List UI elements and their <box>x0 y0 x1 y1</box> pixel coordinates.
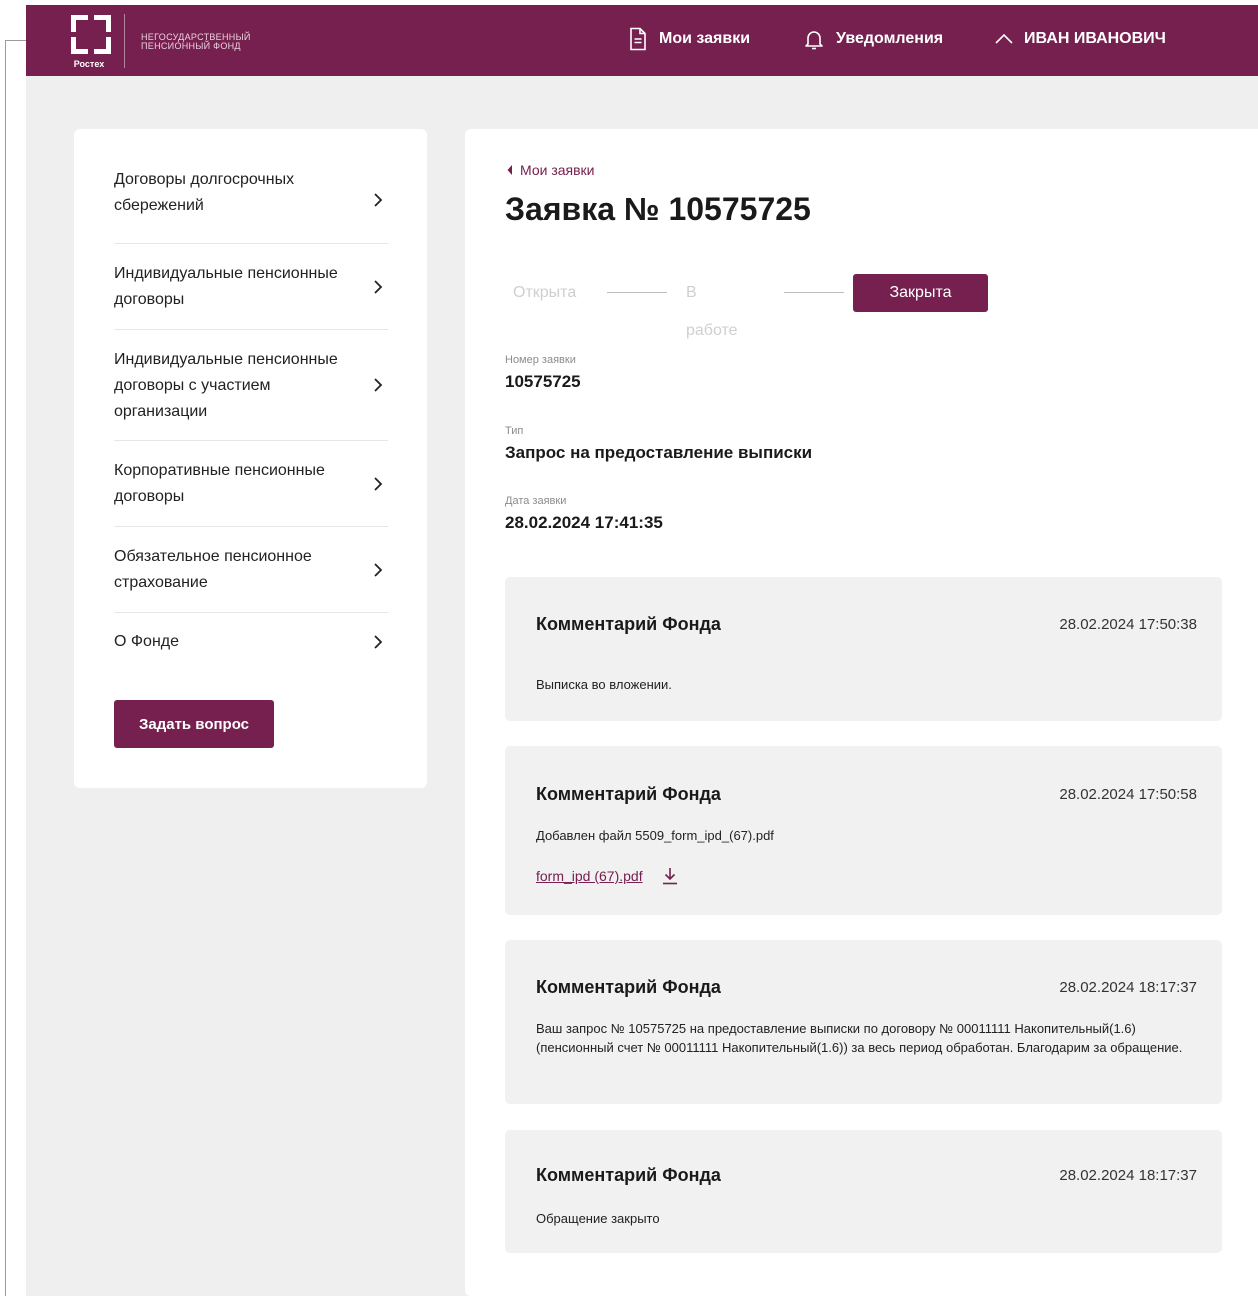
step-closed: Закрыта <box>853 274 988 312</box>
request-number-label: Номер заявки <box>505 354 576 366</box>
rostec-logo[interactable]: Ростех <box>68 15 111 69</box>
sidebar-item-individual-pension[interactable]: Индивидуальные пенсионные договоры <box>114 244 388 330</box>
sidebar-item-label: Обязательное пенсионное страхование <box>114 548 312 591</box>
sidebar: Договоры долгосрочных сбережений Индивид… <box>74 129 427 788</box>
annotation-gutter <box>0 0 58 1296</box>
comment-card: Комментарий Фонда 28.02.2024 17:50:38 Вы… <box>505 577 1222 721</box>
download-icon[interactable] <box>661 866 679 886</box>
logo-corner <box>71 15 88 32</box>
step-connector <box>607 292 667 293</box>
back-link[interactable]: Мои заявки <box>506 162 594 178</box>
comment-date: 28.02.2024 17:50:58 <box>1059 786 1197 803</box>
request-type-label: Тип <box>505 425 524 437</box>
top-header: Ростех НЕГОСУДАРСТВЕННЫЙ ПЕНСИОННЫЙ ФОНД… <box>26 5 1258 76</box>
user-name: ИВАН ИВАНОВИЧ <box>1024 30 1166 47</box>
sidebar-item-corporate-pension[interactable]: Корпоративные пенсионные договоры <box>114 441 388 527</box>
nav-notifications-label: Уведомления <box>836 30 944 47</box>
step-open: Открыта <box>513 284 577 301</box>
comment-card: Комментарий Фонда 28.02.2024 18:17:37 Ва… <box>505 940 1222 1104</box>
comment-title: Комментарий Фонда <box>536 784 721 804</box>
logo-corner <box>94 37 111 54</box>
comment-title: Комментарий Фонда <box>536 977 721 997</box>
comment-text: Ваш запрос № 10575725 на предоставление … <box>536 1021 1183 1055</box>
chevron-right-icon <box>374 378 383 392</box>
logo-corner <box>71 37 88 54</box>
comment-date: 28.02.2024 18:17:37 <box>1059 1167 1197 1184</box>
logo-divider <box>124 14 125 68</box>
nav-notifications[interactable]: Уведомления <box>802 25 943 53</box>
comment-text: Обращение закрыто <box>536 1211 660 1226</box>
page-title: Заявка № 10575725 <box>505 191 811 227</box>
comment-text: Выписка во вложении. <box>536 677 672 692</box>
chevron-up-icon <box>995 33 1013 44</box>
sidebar-item-label: Индивидуальные пенсионные договоры <box>114 265 338 308</box>
back-link-label: Мои заявки <box>520 162 595 178</box>
comment-text: Добавлен файл 5509_form_ipd_(67).pdf <box>536 828 774 843</box>
request-details-panel: Мои заявки Заявка № 10575725 Открыта В р… <box>465 129 1258 1296</box>
attachment: form_ipd (67).pdf <box>536 866 679 886</box>
request-number-value: 10575725 <box>505 372 581 391</box>
chevron-left-icon <box>507 165 512 175</box>
comment-title: Комментарий Фонда <box>536 614 721 634</box>
sidebar-menu: Договоры долгосрочных сбережений Индивид… <box>114 157 388 671</box>
sidebar-item-long-term-savings[interactable]: Договоры долгосрочных сбережений <box>114 157 388 244</box>
chevron-right-icon <box>374 476 383 491</box>
bell-icon <box>805 31 823 50</box>
attachment-link[interactable]: form_ipd (67).pdf <box>536 868 643 884</box>
logo-text: Ростех <box>73 59 105 69</box>
nav-my-requests[interactable]: Мои заявки <box>627 25 750 53</box>
chevron-right-icon <box>374 635 383 649</box>
comment-card: Комментарий Фонда 28.02.2024 17:50:58 До… <box>505 746 1222 915</box>
step-in-progress: В работе <box>686 284 738 339</box>
chevron-right-icon <box>374 279 383 294</box>
chevron-right-icon <box>374 562 383 577</box>
sidebar-item-mandatory-insurance[interactable]: Обязательное пенсионное страхование <box>114 527 388 613</box>
app-window: Ростех НЕГОСУДАРСТВЕННЫЙ ПЕНСИОННЫЙ ФОНД… <box>26 5 1258 1296</box>
sidebar-item-label: Договоры долгосрочных сбережений <box>114 171 295 214</box>
chevron-right-icon <box>374 193 383 207</box>
request-date-label: Дата заявки <box>505 495 567 507</box>
comment-date: 28.02.2024 17:50:38 <box>1059 616 1197 633</box>
sidebar-item-individual-pension-org[interactable]: Индивидуальные пенсионные договоры с уча… <box>114 330 388 441</box>
step-connector <box>784 292 844 293</box>
comment-card: Комментарий Фонда 28.02.2024 18:17:37 Об… <box>505 1130 1222 1253</box>
sidebar-item-label: Индивидуальные пенсионные договоры с уча… <box>114 351 338 420</box>
comment-date: 28.02.2024 18:17:37 <box>1059 979 1197 996</box>
sidebar-item-about-fund[interactable]: О Фонде <box>114 613 388 671</box>
request-type-value: Запрос на предоставление выписки <box>505 443 813 462</box>
ask-question-button[interactable]: Задать вопрос <box>114 700 274 748</box>
fund-name: НЕГОСУДАРСТВЕННЫЙ ПЕНСИОННЫЙ ФОНД <box>141 33 251 51</box>
comment-title: Комментарий Фонда <box>536 1165 721 1185</box>
sidebar-item-label: Корпоративные пенсионные договоры <box>114 462 325 505</box>
document-icon <box>630 27 646 51</box>
nav-my-requests-label: Мои заявки <box>659 30 751 47</box>
request-date-value: 28.02.2024 17:41:35 <box>505 513 663 532</box>
logo-corner <box>94 15 111 32</box>
sidebar-item-label: О Фонде <box>114 633 180 650</box>
annotation-line <box>5 40 6 1296</box>
fund-name-line: ПЕНСИОННЫЙ ФОНД <box>141 41 241 51</box>
user-menu[interactable]: ИВАН ИВАНОВИЧ <box>994 25 1166 53</box>
